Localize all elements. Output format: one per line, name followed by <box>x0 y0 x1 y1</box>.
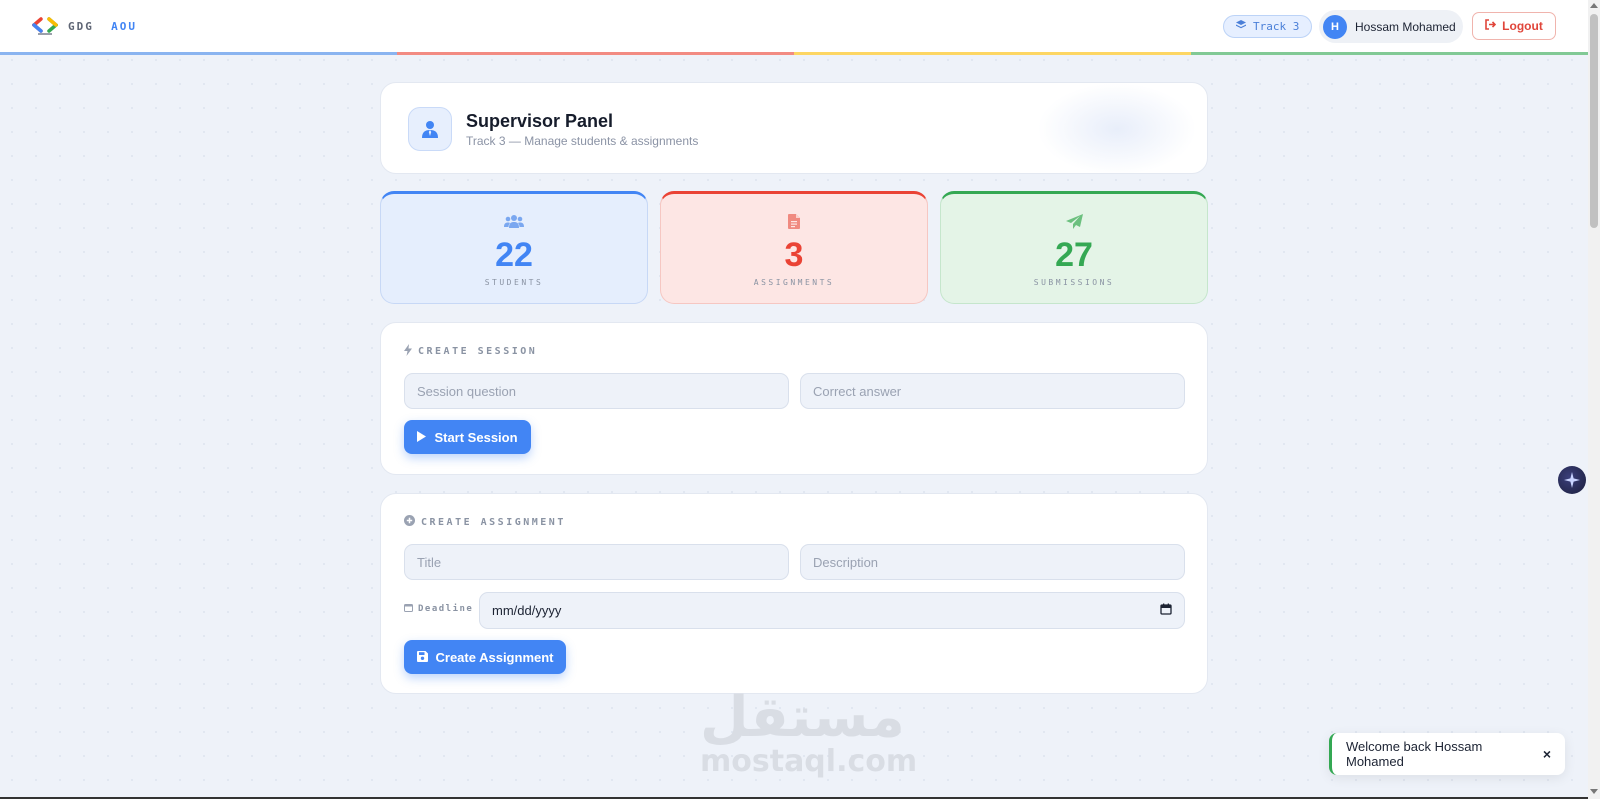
stat-card-assignments: 3 ASSIGNMENTS <box>660 191 928 304</box>
plus-circle-icon <box>404 515 415 529</box>
date-placeholder: mm/dd/yyyy <box>492 603 562 618</box>
create-session-heading: CREATE SESSION <box>404 344 537 359</box>
assignment-title-input[interactable] <box>404 544 789 580</box>
color-bar-green <box>1191 52 1588 55</box>
welcome-toast: Welcome back Hossam Mohamed × <box>1329 733 1565 775</box>
calendar-picker-icon[interactable] <box>1160 603 1172 618</box>
logo[interactable]: GDG AOU <box>31 16 137 36</box>
layers-icon <box>1236 20 1246 33</box>
logout-button[interactable]: Logout <box>1472 12 1556 40</box>
sparkle-assistant-icon[interactable] <box>1558 466 1586 494</box>
scroll-down-arrow-icon[interactable] <box>1590 789 1598 794</box>
deadline-text: Deadline <box>418 604 474 614</box>
stat-card-students: 22 STUDENTS <box>380 191 648 304</box>
play-icon <box>417 430 427 445</box>
supervisor-panel-card: Supervisor Panel Track 3 — Manage studen… <box>380 82 1208 174</box>
watermark-arabic: مستقل <box>700 685 905 750</box>
logo-word-gdg: GDG <box>68 19 94 33</box>
assignment-description-input[interactable] <box>800 544 1185 580</box>
color-bar <box>0 52 1588 55</box>
avatar: H <box>1323 14 1347 39</box>
file-icon <box>661 214 927 232</box>
deadline-date-input[interactable]: mm/dd/yyyy <box>479 592 1185 629</box>
submissions-count: 27 <box>1055 236 1093 274</box>
color-bar-blue <box>0 52 397 55</box>
track-label: Track 3 <box>1253 20 1300 33</box>
scroll-up-arrow-icon[interactable] <box>1590 3 1598 8</box>
page-subtitle: Track 3 — Manage students & assignments <box>466 134 699 148</box>
start-session-button[interactable]: Start Session <box>404 420 531 454</box>
create-assignment-card: CREATE ASSIGNMENT Deadline mm/dd/yyyy Cr… <box>380 493 1208 694</box>
user-menu[interactable]: H Hossam Mohamed <box>1319 10 1463 43</box>
toast-close-button[interactable]: × <box>1543 746 1551 762</box>
watermark-latin: mostaql.com <box>700 744 918 779</box>
panel-decoration <box>1037 83 1197 173</box>
logo-text: GDG AOU <box>68 20 137 33</box>
color-bar-yellow <box>794 52 1191 55</box>
scrollbar[interactable] <box>1588 0 1600 799</box>
create-assignment-label: Create Assignment <box>435 649 554 665</box>
color-bar-red <box>397 52 794 55</box>
students-label: STUDENTS <box>484 278 544 287</box>
session-question-input[interactable] <box>404 373 789 409</box>
assignments-count: 3 <box>784 236 804 274</box>
create-assignment-title: CREATE ASSIGNMENT <box>421 516 566 528</box>
gdg-logo-icon <box>31 16 59 36</box>
create-assignment-heading: CREATE ASSIGNMENT <box>404 515 566 529</box>
start-session-label: Start Session <box>434 429 518 445</box>
create-session-title: CREATE SESSION <box>418 346 538 357</box>
paper-plane-icon <box>941 214 1207 232</box>
toast-message: Welcome back Hossam Mohamed <box>1346 739 1483 769</box>
logout-label: Logout <box>1502 19 1543 33</box>
save-icon <box>416 650 428 665</box>
students-count: 22 <box>495 236 533 274</box>
logo-word-aou: AOU <box>111 19 137 33</box>
watermark: مستقل mostaql.com <box>700 685 918 779</box>
scroll-thumb[interactable] <box>1590 14 1598 228</box>
stat-card-submissions: 27 SUBMISSIONS <box>940 191 1208 304</box>
user-name: Hossam Mohamed <box>1355 19 1456 34</box>
top-header: GDG AOU Track 3 H Hossam Mohamed Logout <box>0 0 1588 55</box>
create-session-card: CREATE SESSION Start Session <box>380 322 1208 475</box>
page-title: Supervisor Panel <box>466 111 614 131</box>
submissions-label: SUBMISSIONS <box>1033 278 1115 287</box>
bolt-icon <box>404 344 412 359</box>
users-icon <box>381 214 647 232</box>
track-badge[interactable]: Track 3 <box>1223 15 1313 38</box>
deadline-label: Deadline <box>404 603 473 615</box>
create-assignment-button[interactable]: Create Assignment <box>404 640 566 674</box>
user-tie-icon <box>408 107 452 151</box>
sign-out-icon <box>1485 19 1497 33</box>
assignments-label: ASSIGNMENTS <box>753 278 835 287</box>
calendar-icon <box>404 603 413 615</box>
correct-answer-input[interactable] <box>800 373 1185 409</box>
